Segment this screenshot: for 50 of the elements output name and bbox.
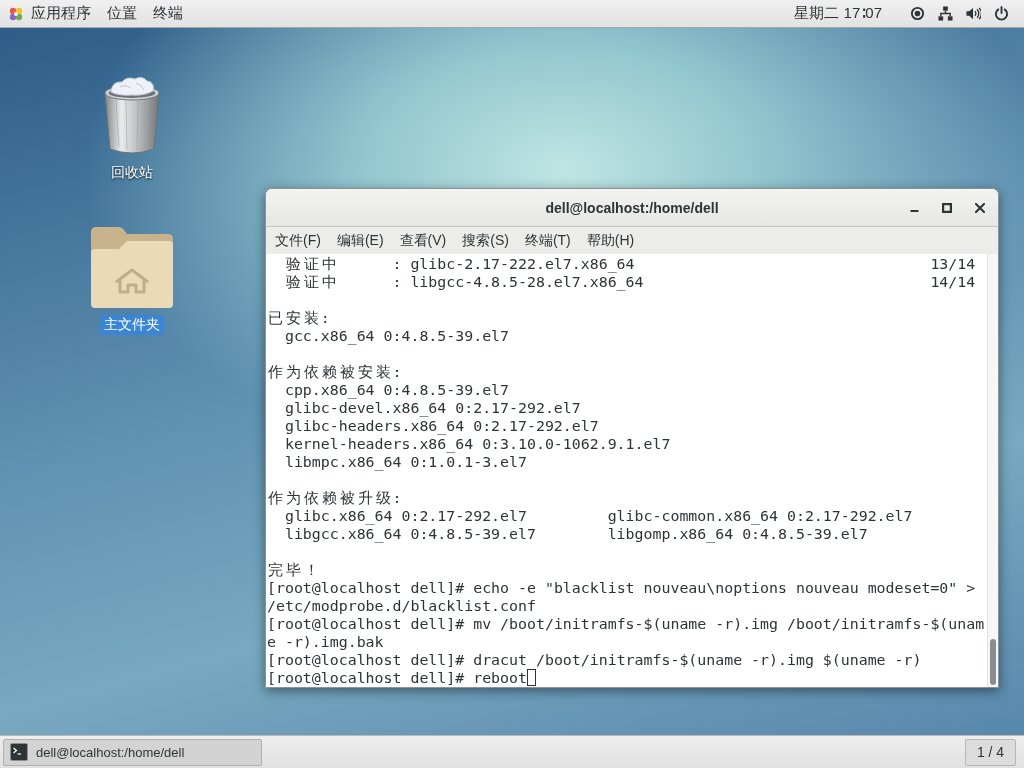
task-button[interactable]: dell@localhost:/home/dell xyxy=(3,738,262,766)
scrollbar-thumb[interactable] xyxy=(990,639,996,685)
icon-label[interactable]: 回收站 xyxy=(107,163,157,183)
terminal-line: [root@localhost dell]# mv /boot/initramfs-$(uname -r).img /boot/initramfs-$(unam xyxy=(267,615,985,633)
applications-menu[interactable]: 应用程序 xyxy=(6,2,99,25)
terminal-line: e -r).img.bak xyxy=(267,633,384,651)
terminal-line: [root@localhost dell]# reboot xyxy=(267,669,527,687)
menu-item[interactable]: 文件(F) xyxy=(268,228,328,253)
window-title: dell@localhost:/home/dell xyxy=(545,199,719,216)
flower-icon xyxy=(8,5,24,22)
terminal-line: 作为依赖被升级: xyxy=(267,489,402,507)
maximize-icon xyxy=(942,202,952,213)
terminal-line: glibc-headers.x86_64 0:2.17-292.el7 xyxy=(284,417,599,435)
terminal-line: /etc/modprobe.d/blacklist.conf xyxy=(267,597,536,615)
menu-item[interactable]: 帮助(H) xyxy=(579,228,642,253)
menu-item[interactable]: 搜索(S) xyxy=(455,228,516,253)
terminal-line: libgcc.x86_64 0:4.8.5-39.el7 xyxy=(284,525,536,543)
menu-item[interactable]: 终端(T) xyxy=(517,228,578,253)
terminal-line: gcc.x86_64 0:4.8.5-39.el7 xyxy=(284,327,510,345)
terminal-line: cpp.x86_64 0:4.8.5-39.el7 xyxy=(284,381,510,399)
terminal-icon xyxy=(10,743,28,761)
app-menu[interactable]: 终端 xyxy=(151,2,191,25)
terminal-line: libgomp.x86_64 0:4.8.5-39.el7 xyxy=(607,525,868,543)
progress-count: 14/14 xyxy=(930,273,976,291)
terminal-line: 完毕！ xyxy=(267,561,321,579)
terminal-line: 已安装: xyxy=(267,309,330,327)
terminal-line: glibc-devel.x86_64 0:2.17-292.el7 xyxy=(284,399,581,417)
home-folder-icon[interactable] xyxy=(89,225,175,309)
target-icon[interactable] xyxy=(910,6,925,21)
minimize-icon xyxy=(909,210,919,212)
menu-item[interactable]: 查看(V) xyxy=(392,228,454,253)
terminal-line: [root@localhost dell]# echo -e "blacklist nouveau\noptions nouveau modeset=0" > xyxy=(267,579,976,597)
close-icon xyxy=(975,202,985,213)
terminal-line: glibc.x86_64 0:2.17-292.el7 xyxy=(284,507,527,525)
terminal-line: 验证中 : libgcc-4.8.5-28.el7.x86_64 xyxy=(285,273,644,291)
network-icon[interactable] xyxy=(938,6,953,21)
terminal-line: 验证中 : glibc-2.17-222.el7.x86_64 xyxy=(285,255,635,273)
workspace-switcher[interactable]: 1 / 4 xyxy=(965,738,1016,766)
terminal-line: libmpc.x86_64 0:1.0.1-3.el7 xyxy=(284,453,527,471)
terminal-line: glibc-common.x86_64 0:2.17-292.el7 xyxy=(607,507,913,525)
volume-icon[interactable] xyxy=(966,6,981,21)
progress-count: 13/14 xyxy=(930,255,976,273)
power-icon[interactable] xyxy=(994,6,1009,21)
icon-label[interactable]: 主文件夹 xyxy=(100,315,164,335)
terminal-line: kernel-headers.x86_64 0:3.10.0-1062.9.1.el7 xyxy=(284,435,671,453)
terminal-line: 作为依赖被安装: xyxy=(267,363,402,381)
places-menu[interactable]: 位置 xyxy=(105,2,145,25)
terminal-line: [root@localhost dell]# dracut /boot/initramfs-$(uname -r).img $(uname -r) xyxy=(267,651,922,669)
clock[interactable]: 星期二 17∶07 xyxy=(794,4,882,23)
menu-item[interactable]: 编辑(E) xyxy=(329,228,391,253)
